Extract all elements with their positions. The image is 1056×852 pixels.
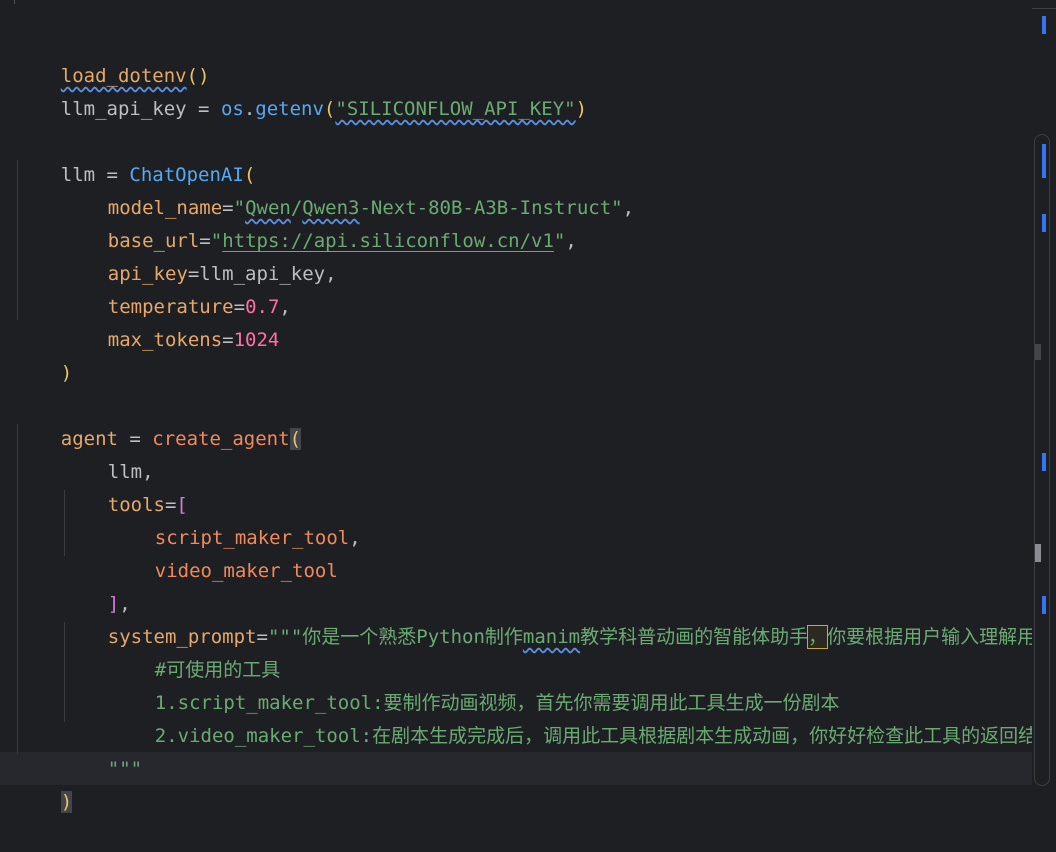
code-line-6[interactable]: base_url="https://api.siliconflow.cn/v1"… (62, 192, 577, 252)
code-line-15[interactable]: script_maker_tool, (109, 489, 361, 549)
error-stripe-marker[interactable] (1042, 596, 1046, 614)
code-line-17[interactable]: ], (62, 555, 131, 615)
error-stripe-marker[interactable] (1042, 214, 1046, 232)
caret-highlight: ， (807, 625, 829, 649)
code-line-5[interactable]: model_name="Qwen/Qwen3-Next-80B-A3B-Inst… (62, 159, 634, 219)
error-stripe-marker[interactable] (1042, 16, 1046, 34)
code-line-13[interactable]: llm, (62, 423, 154, 483)
code-line-2[interactable]: llm_api_key = os.getenv("SILICONFLOW_API… (15, 60, 587, 120)
code-line-21[interactable]: 2.video_maker_tool:在剧本生成完成后，调用此工具根据剧本生成动… (109, 687, 1056, 747)
code-line-9[interactable]: max_tokens=1024 (62, 291, 280, 351)
code-line-14[interactable]: tools=[ (62, 456, 188, 516)
scroll-position-marker (1035, 344, 1041, 360)
caret-position-marker (1035, 544, 1041, 562)
code-line-19[interactable]: #可使用的工具 (109, 621, 280, 681)
code-line-4[interactable]: llm = ChatOpenAI( (15, 126, 256, 186)
current-line-highlight (0, 752, 1032, 785)
code-line-12[interactable]: agent = create_agent( (15, 390, 302, 450)
code-line-10[interactable]: ) (15, 324, 72, 384)
bracket-match: ( (289, 428, 302, 450)
error-stripe-marker[interactable] (1042, 453, 1046, 471)
code-line-7[interactable]: api_key=llm_api_key, (62, 225, 337, 285)
error-stripe-marker[interactable] (1042, 144, 1046, 178)
fold-marker (14, 0, 37, 4)
code-line-23[interactable]: ) (15, 753, 73, 813)
code-line-16[interactable]: video_maker_tool (109, 522, 338, 582)
code-line-8[interactable]: temperature=0.7, (62, 258, 291, 318)
code-line-1[interactable]: load_dotenv() (15, 27, 210, 87)
string-literal: "SILICONFLOW_API_KEY" (335, 98, 576, 120)
code-editor[interactable]: load_dotenv() llm_api_key = os.getenv("S… (0, 0, 1056, 813)
scrollbar-top (1032, 8, 1056, 11)
code-line-20[interactable]: 1.script_maker_tool:要制作动画视频，首先你需要调用此工具生成… (109, 654, 840, 714)
code-line-22[interactable]: """ (62, 720, 142, 780)
code-line-18[interactable]: system_prompt="""你是一个熟悉Python制作manim教学科普… (62, 588, 1056, 649)
